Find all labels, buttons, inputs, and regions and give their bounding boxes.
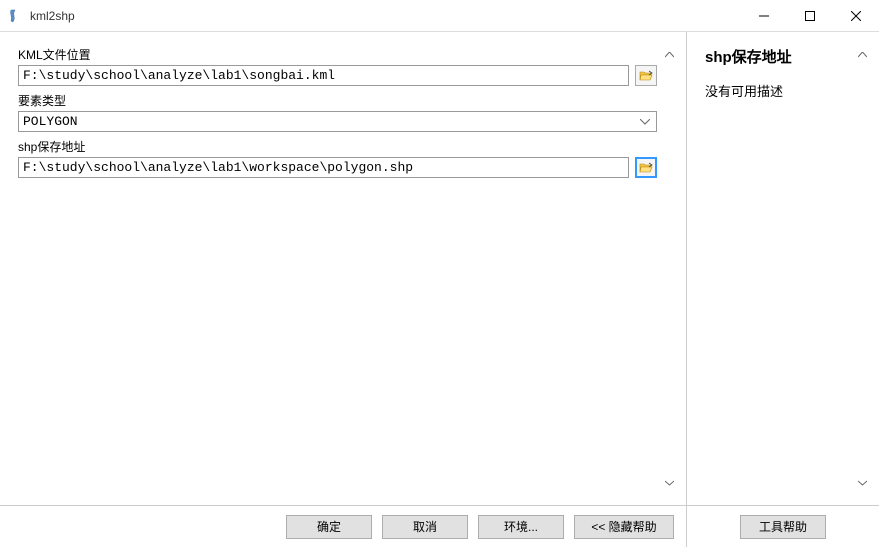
kml-location-input[interactable] <box>18 65 629 86</box>
content-area: KML文件位置 要素类型 <box>0 32 879 547</box>
shp-save-row <box>18 157 657 178</box>
close-button[interactable] <box>833 0 879 32</box>
hide-help-button[interactable]: << 隐藏帮助 <box>574 515 674 539</box>
scroll-up-icon[interactable] <box>854 46 871 63</box>
help-scrollbar <box>854 46 871 491</box>
environment-button[interactable]: 环境... <box>478 515 564 539</box>
form-inner: KML文件位置 要素类型 <box>18 46 657 491</box>
shp-save-input[interactable] <box>18 157 629 178</box>
form-area: KML文件位置 要素类型 <box>0 32 686 505</box>
help-footer: 工具帮助 <box>687 505 879 547</box>
kml-location-label: KML文件位置 <box>18 46 657 63</box>
scroll-down-icon[interactable] <box>661 474 678 491</box>
scroll-up-icon[interactable] <box>661 46 678 63</box>
help-area: shp保存地址 没有可用描述 <box>687 32 879 505</box>
help-inner: shp保存地址 没有可用描述 <box>705 46 854 491</box>
element-type-row: POLYGON <box>18 111 657 132</box>
minimize-button[interactable] <box>741 0 787 32</box>
window-title: kml2shp <box>30 9 741 23</box>
shp-save-label: shp保存地址 <box>18 138 657 155</box>
help-panel: shp保存地址 没有可用描述 工具帮助 <box>687 32 879 547</box>
form-scrollbar <box>661 46 678 491</box>
element-type-select[interactable]: POLYGON <box>18 111 657 132</box>
field-shp-save: shp保存地址 <box>18 138 657 178</box>
button-bar: 确定 取消 环境... << 隐藏帮助 <box>0 505 686 547</box>
field-element-type: 要素类型 POLYGON <box>18 92 657 132</box>
element-type-label: 要素类型 <box>18 92 657 109</box>
help-description: 没有可用描述 <box>705 81 854 100</box>
folder-open-icon <box>639 70 653 82</box>
folder-open-icon <box>639 162 653 174</box>
kml-browse-button[interactable] <box>635 65 657 86</box>
ok-button[interactable]: 确定 <box>286 515 372 539</box>
kml-location-row <box>18 65 657 86</box>
scroll-down-icon[interactable] <box>854 474 871 491</box>
window-controls <box>741 0 879 31</box>
shp-browse-button[interactable] <box>635 157 657 178</box>
left-panel: KML文件位置 要素类型 <box>0 32 687 547</box>
titlebar: kml2shp <box>0 0 879 32</box>
maximize-button[interactable] <box>787 0 833 32</box>
field-kml-location: KML文件位置 <box>18 46 657 86</box>
app-icon <box>8 8 24 24</box>
help-title: shp保存地址 <box>705 46 854 67</box>
cancel-button[interactable]: 取消 <box>382 515 468 539</box>
tool-help-button[interactable]: 工具帮助 <box>740 515 826 539</box>
